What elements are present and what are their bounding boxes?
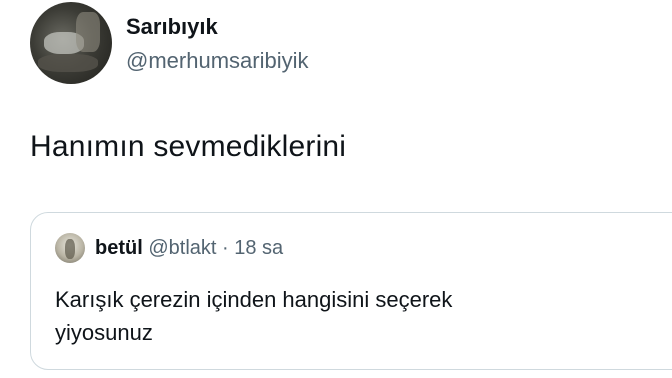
quoted-tweet-text: Karışık çerezin içinden hangisini seçere… (55, 283, 615, 349)
quoted-author-avatar[interactable] (55, 233, 85, 263)
avatar-photo-detail (38, 54, 98, 72)
author-avatar[interactable] (30, 2, 112, 84)
quoted-author-display-name[interactable]: betül (95, 237, 143, 259)
quoted-author-handle[interactable]: @btlakt (148, 237, 216, 259)
quoted-tweet-card[interactable]: betül @btlakt · 18 sa Karışık çerezin iç… (30, 212, 672, 370)
author-handle[interactable]: @merhumsaribiyik (126, 48, 308, 74)
quoted-tweet-text-line: yiyosunuz (55, 320, 153, 345)
separator-dot: · (222, 237, 229, 259)
quoted-tweet-header: betül @btlakt · 18 sa (95, 237, 283, 260)
tweet: Sarıbıyık @merhumsaribiyik Hanımın sevme… (0, 0, 672, 378)
tweet-text: Hanımın sevmediklerini (30, 130, 347, 163)
quoted-tweet-timestamp[interactable]: 18 sa (234, 237, 283, 259)
quoted-tweet-text-line: Karışık çerezin içinden hangisini seçere… (55, 287, 453, 312)
author-display-name[interactable]: Sarıbıyık (126, 14, 218, 40)
avatar-photo-detail (65, 239, 75, 259)
avatar-photo-detail (76, 12, 100, 52)
